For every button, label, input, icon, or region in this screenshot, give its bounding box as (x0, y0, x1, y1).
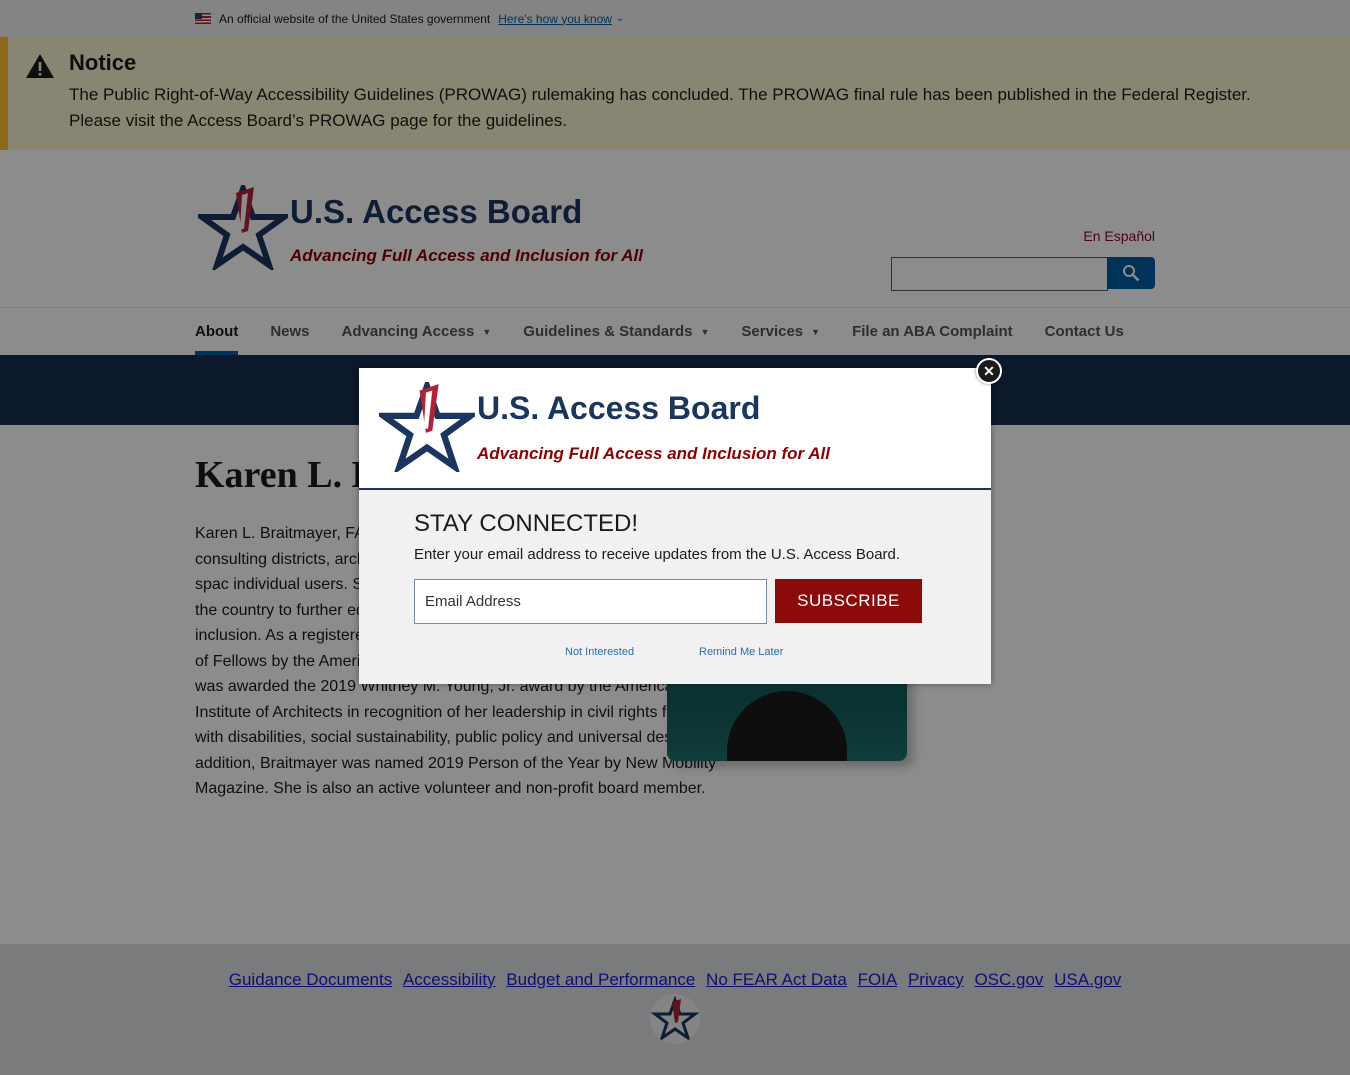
newsletter-modal: U.S. Access Board Advancing Full Access … (359, 368, 991, 684)
email-placeholder: Email Address (425, 593, 521, 610)
star-logo-icon (379, 382, 475, 472)
modal-tagline: Advancing Full Access and Inclusion for … (477, 444, 830, 463)
not-interested-link[interactable]: Not Interested (565, 646, 634, 658)
modal-title: U.S. Access Board (477, 390, 761, 426)
remind-later-link[interactable]: Remind Me Later (699, 646, 783, 658)
stay-connected-heading: STAY CONNECTED! (414, 510, 639, 537)
stay-connected-text: Enter your email address to receive upda… (414, 546, 901, 563)
modal-header: U.S. Access Board Advancing Full Access … (359, 368, 991, 490)
close-icon[interactable]: ✕ (976, 358, 1002, 384)
subscribe-button[interactable]: SUBSCRIBE (775, 579, 922, 623)
email-field[interactable]: Email Address (414, 579, 767, 624)
